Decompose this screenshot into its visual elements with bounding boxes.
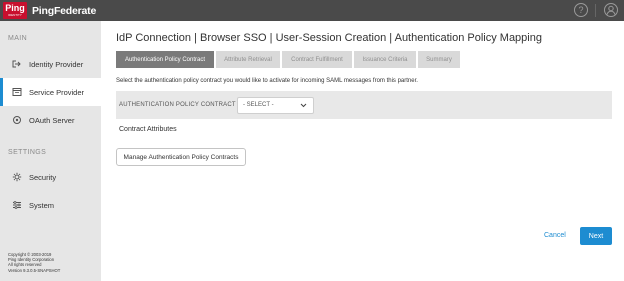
sidebar-item-label: OAuth Server (29, 115, 75, 125)
sidebar-item-label: Service Provider (29, 87, 85, 97)
tab-authentication-policy-contract[interactable]: Authentication Policy Contract (116, 51, 214, 68)
top-bar: Ping IDENTITY PingFederate ? (0, 0, 624, 21)
contract-select-value: - SELECT - (243, 102, 274, 108)
sidebar-item-label: System (29, 200, 55, 210)
sidebar-item-service-provider[interactable]: Service Provider (0, 78, 101, 106)
contract-select-label: AUTHENTICATION POLICY CONTRACT (119, 102, 236, 108)
instructions-text: Select the authentication policy contrac… (116, 78, 418, 84)
security-icon (12, 172, 22, 182)
sidebar-item-oauth-server[interactable]: OAuth Server (0, 106, 101, 134)
tab-attribute-retrieval[interactable]: Attribute Retrieval (216, 51, 280, 68)
tab-summary[interactable]: Summary (418, 51, 460, 68)
sidebar-section-main: MAIN (8, 35, 28, 42)
page-title: IdP Connection | Browser SSO | User-Sess… (116, 32, 542, 44)
wizard-tabs: Authentication Policy Contract Attribute… (116, 51, 462, 68)
manage-contracts-button[interactable]: Manage Authentication Policy Contracts (116, 148, 246, 166)
version-line: Version 9.3.0.5-SNAPSHOT (8, 267, 61, 273)
ping-badge-icon: Ping IDENTITY (3, 2, 27, 19)
contract-select-row: AUTHENTICATION POLICY CONTRACT - SELECT … (116, 91, 612, 119)
next-button[interactable]: Next (580, 227, 612, 245)
sidebar: MAIN Identity Provider Service Provider … (0, 21, 101, 281)
identity-provider-icon (12, 59, 22, 69)
logo-badge-sub: IDENTITY (8, 13, 22, 17)
sidebar-section-settings: SETTINGS (8, 149, 47, 156)
sidebar-item-label: Security (29, 172, 57, 182)
sidebar-item-label: Identity Provider (29, 59, 84, 69)
sidebar-item-security[interactable]: Security (0, 163, 101, 191)
contract-select[interactable]: - SELECT - (237, 97, 314, 114)
logo-text: PingFederate (32, 4, 97, 17)
service-provider-icon (12, 87, 22, 97)
user-icon[interactable] (604, 3, 618, 17)
contract-attributes-heading: Contract Attributes (119, 126, 177, 133)
sidebar-item-system[interactable]: System (0, 191, 101, 219)
top-divider (595, 4, 596, 17)
oauth-icon (12, 115, 22, 125)
copyright-notice: Copyright © 2003-2019 Ping Identity Corp… (8, 252, 60, 273)
help-icon[interactable]: ? (574, 3, 588, 17)
cancel-button[interactable]: Cancel (544, 232, 566, 239)
logo-badge-text: Ping (5, 3, 25, 13)
system-icon (12, 200, 22, 210)
sidebar-item-identity-provider[interactable]: Identity Provider (0, 50, 101, 78)
chevron-down-icon (300, 98, 307, 119)
pingfederate-logo[interactable]: Ping IDENTITY PingFederate (3, 2, 96, 19)
tab-issuance-criteria[interactable]: Issuance Criteria (354, 51, 416, 68)
tab-contract-fulfillment[interactable]: Contract Fulfillment (282, 51, 352, 68)
